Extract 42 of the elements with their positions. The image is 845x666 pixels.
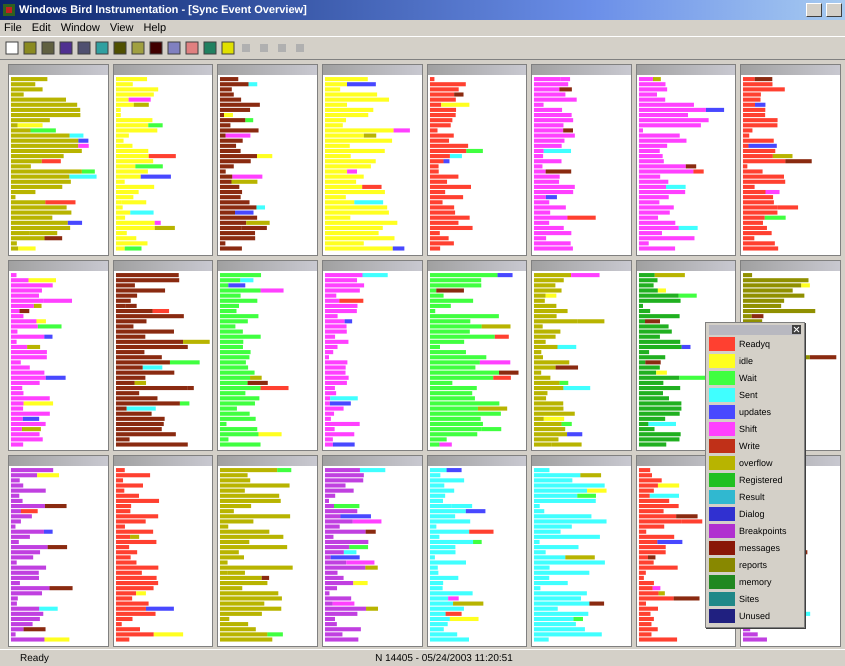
legend-label: memory [739,577,772,587]
menu-item[interactable]: Edit [32,22,51,34]
legend-label: Unused [739,611,770,621]
legend-label: Sent [739,390,758,400]
toolbar-icon[interactable] [76,40,92,56]
status-text: Ready [20,652,49,664]
minimize-button[interactable] [806,3,822,17]
legend-label: updates [739,407,772,417]
toolbar-icon[interactable] [220,40,236,56]
toolbar-icon[interactable] [112,40,128,56]
legend-label: Readyq [739,339,770,349]
toolbar-icon[interactable] [40,40,56,56]
window-title: Windows Bird Instrumentation - [Sync Event Overview] [19,4,308,16]
toolbar-icon[interactable] [184,40,200,56]
legend-label: Breakpoints [739,526,787,536]
legend-label: overflow [739,458,773,468]
toolbar-icon[interactable] [58,40,74,56]
menu-item[interactable]: Window [60,22,100,34]
legend-label: Write [739,441,760,451]
toolbar-icon[interactable] [22,40,38,56]
legend-label: messages [739,543,780,553]
legend-label: Result [739,492,765,502]
legend-label: Wait [739,373,757,383]
legend-label: reports [739,560,768,570]
toolbar-icon[interactable] [202,40,218,56]
close-icon[interactable] [792,325,801,334]
legend-label: idle [739,356,754,366]
status-text: N 14405 - 05/24/2003 11:20:51 [375,652,513,664]
toolbar-icon[interactable] [94,40,110,56]
maximize-button[interactable] [826,3,842,17]
menu-item[interactable]: File [4,22,22,34]
menu-item[interactable]: Help [143,22,166,34]
legend-label: Registered [739,475,783,485]
app-icon [3,4,15,16]
legend-label: Shift [739,424,758,434]
toolbar-icon[interactable] [166,40,182,56]
toolbar-icon[interactable] [4,40,20,56]
legend-label: Dialog [739,509,765,519]
menu-item[interactable]: View [110,22,134,34]
legend-label: Sites [739,594,760,604]
toolbar-icon[interactable] [130,40,146,56]
toolbar-icon[interactable] [148,40,164,56]
